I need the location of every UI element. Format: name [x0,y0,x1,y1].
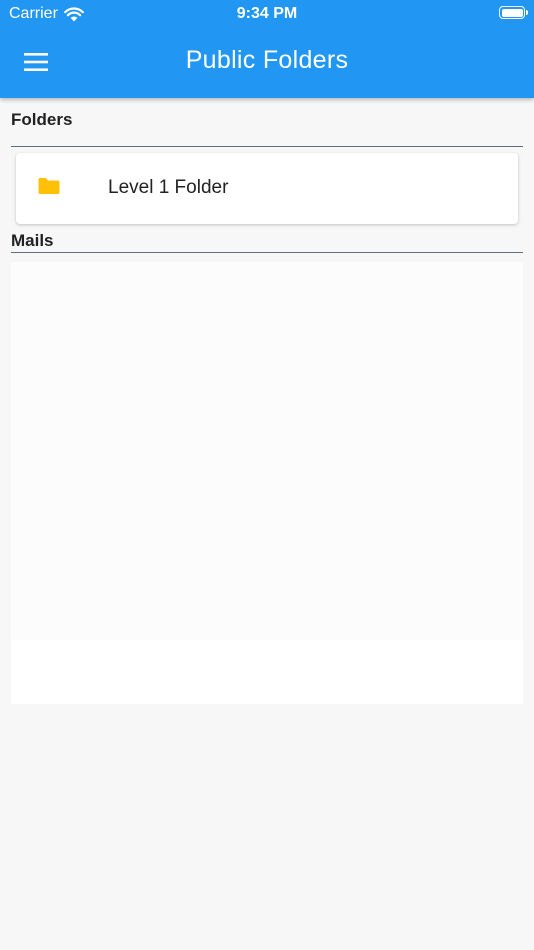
battery-level [501,8,523,17]
status-time: 9:34 PM [236,5,298,22]
status-bar: Carrier 9:34 PM [0,0,534,28]
mails-list [11,262,523,704]
folder-list-item[interactable]: Level 1 Folder [16,153,518,224]
mails-list-footer [11,640,523,704]
battery-icon [499,6,528,19]
page-title: Public Folders [185,46,349,74]
folder-label: Level 1 Folder [108,177,229,198]
app-bar: Carrier 9:34 PM Public Folders [0,0,534,98]
folders-section-header: Folders [11,108,523,147]
folder-icon [38,178,60,194]
mails-section-header: Mails [11,229,523,253]
